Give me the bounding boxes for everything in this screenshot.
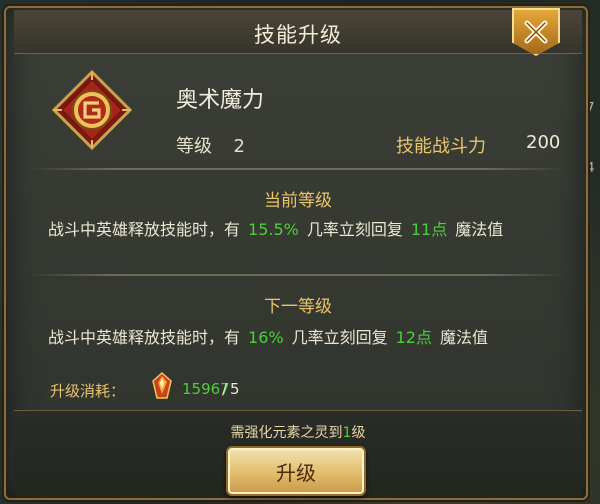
skill-name: 奥术魔力 xyxy=(176,88,265,113)
divider xyxy=(30,168,566,170)
skill-emblem-icon xyxy=(52,70,132,150)
close-x-icon xyxy=(524,20,548,44)
skill-power-label: 技能战斗力 xyxy=(396,136,486,157)
skill-upgrade-dialog: 技能升级 奥术魔力 等级 2 技能战斗力 200 当前等级 战斗中英雄释放技能时… xyxy=(4,6,588,500)
current-level-title: 当前等级 xyxy=(264,191,332,211)
level-label: 等级 xyxy=(176,136,212,157)
next-level-desc: 战斗中英雄释放技能时，有 16% 几率立刻回复 12点 魔法值 xyxy=(48,324,488,348)
title-bar: 技能升级 xyxy=(14,10,582,54)
desc-mid: 几率立刻回复 xyxy=(291,328,388,347)
desc-chance: 16% xyxy=(248,328,284,347)
desc-suffix: 魔法值 xyxy=(439,328,488,347)
requirement-suffix: 级 xyxy=(351,425,366,441)
essence-crystal-icon[interactable] xyxy=(150,372,174,400)
skill-power-value: 200 xyxy=(526,132,561,153)
dialog-title: 技能升级 xyxy=(254,23,342,47)
upgrade-requirement: 需强化元素之灵到1级 xyxy=(6,422,590,442)
next-level-title: 下一等级 xyxy=(264,297,332,317)
level-value: 2 xyxy=(233,136,245,157)
desc-chance: 15.5% xyxy=(248,220,299,239)
divider xyxy=(30,274,566,276)
desc-prefix: 战斗中英雄释放技能时，有 xyxy=(48,220,241,239)
desc-prefix: 战斗中英雄释放技能时，有 xyxy=(48,328,241,347)
cost-label: 升级消耗： xyxy=(50,382,126,400)
desc-suffix: 魔法值 xyxy=(455,220,504,239)
cost-need: 5 xyxy=(230,380,240,398)
desc-amount: 12点 xyxy=(395,328,432,347)
requirement-prefix: 需强化元素之灵到 xyxy=(230,425,343,441)
upgrade-button[interactable]: 升级 xyxy=(226,446,366,496)
cost-separator: / xyxy=(222,380,228,398)
desc-amount: 11点 xyxy=(410,220,448,239)
skill-level: 等级 2 xyxy=(176,132,245,158)
desc-mid: 几率立刻回复 xyxy=(306,220,403,239)
current-level-desc: 战斗中英雄释放技能时，有 15.5% 几率立刻回复 11点 魔法值 xyxy=(48,216,503,240)
